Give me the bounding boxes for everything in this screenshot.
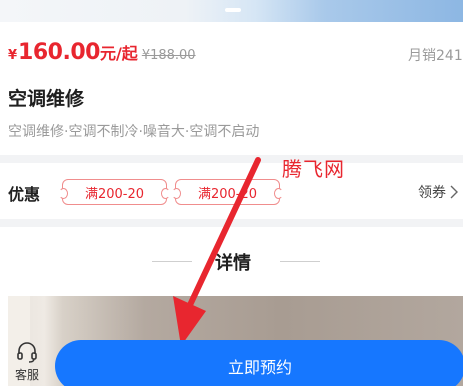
- detail-heading: 详情: [215, 253, 251, 274]
- price-unit: 元/起: [99, 44, 138, 63]
- price-row: ¥ 160.00 元/起 ¥188.00: [8, 40, 196, 68]
- coupon-tag[interactable]: 满200-20: [172, 179, 283, 205]
- get-coupon-link[interactable]: 领券: [418, 182, 458, 202]
- price-value: 160.00: [18, 40, 100, 65]
- customer-service-button[interactable]: 客服: [8, 340, 46, 386]
- coupon-tag[interactable]: 满200-20: [59, 179, 170, 205]
- product-title: 空调维修: [8, 88, 85, 110]
- product-subtitle: 空调维修·空调不制冷·噪音大·空调不启动: [8, 124, 260, 140]
- book-now-button[interactable]: 立即预约: [55, 340, 463, 386]
- chevron-right-icon: [450, 185, 458, 199]
- customer-service-label: 客服: [14, 368, 39, 382]
- price-currency: ¥: [8, 48, 18, 63]
- divider: [280, 261, 320, 262]
- carousel-indicator: [225, 8, 241, 12]
- original-price: ¥188.00: [141, 48, 196, 63]
- monthly-sales: 月销241: [408, 48, 463, 64]
- get-coupon-label: 领券: [418, 185, 446, 201]
- coupon-label: 优惠: [8, 185, 41, 204]
- divider: [152, 261, 192, 262]
- watermark-text: 腾飞网: [282, 157, 345, 181]
- headset-icon: [17, 342, 37, 363]
- product-banner-image: [0, 0, 463, 22]
